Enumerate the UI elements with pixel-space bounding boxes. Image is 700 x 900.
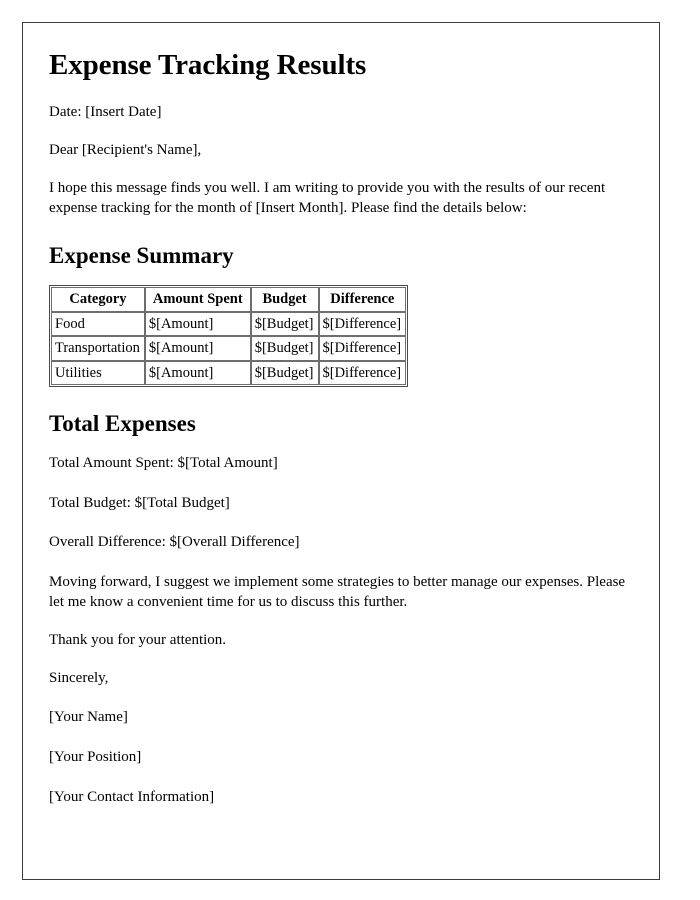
recommendation-paragraph: Moving forward, I suggest we implement s… xyxy=(49,574,626,610)
cell-budget: $[Budget] xyxy=(250,360,319,386)
salutation-line: Dear [Recipient's Name], xyxy=(49,142,202,159)
overall-difference-line: Overall Difference: $[Overall Difference… xyxy=(49,534,300,551)
signer-contact: [Your Contact Information] xyxy=(49,788,215,805)
signer-position: [Your Position] xyxy=(49,749,142,766)
cell-difference: $[Difference] xyxy=(318,311,407,337)
signoff-line: Sincerely, xyxy=(49,669,109,686)
page-title: Expense Tracking Results xyxy=(49,49,367,81)
document-page: Expense Tracking Results Date: [Insert D… xyxy=(22,22,660,880)
cell-category: Food xyxy=(51,311,145,337)
cell-difference: $[Difference] xyxy=(318,336,407,361)
totals-block: Total Amount Spent: $[Total Amount] Tota… xyxy=(49,454,633,553)
cell-amount-spent: $[Amount] xyxy=(144,311,251,337)
cell-category: Utilities xyxy=(51,360,145,386)
table-header-row: Category Amount Spent Budget Difference xyxy=(51,287,407,312)
total-amount-spent-line: Total Amount Spent: $[Total Amount] xyxy=(49,454,278,471)
signer-name: [Your Name] xyxy=(49,709,128,726)
signature-block: Sincerely, [Your Name] [Your Position] [… xyxy=(49,669,633,808)
cell-amount-spent: $[Amount] xyxy=(144,360,251,386)
cell-difference: $[Difference] xyxy=(318,360,407,386)
date-line: Date: [Insert Date] xyxy=(49,104,162,121)
total-expenses-heading: Total Expenses xyxy=(49,411,196,437)
document-body: Expense Tracking Results Date: [Insert D… xyxy=(23,23,659,808)
table-row: Food $[Amount] $[Budget] $[Difference] xyxy=(51,311,407,337)
cell-category: Transportation xyxy=(51,336,145,361)
cell-budget: $[Budget] xyxy=(250,311,319,337)
total-budget-line: Total Budget: $[Total Budget] xyxy=(49,494,230,511)
column-header-category: Category xyxy=(51,287,145,312)
table-body: Food $[Amount] $[Budget] $[Difference] T… xyxy=(51,311,407,386)
table-row: Transportation $[Amount] $[Budget] $[Dif… xyxy=(51,336,407,361)
table-header: Category Amount Spent Budget Difference xyxy=(51,287,407,312)
cell-amount-spent: $[Amount] xyxy=(144,336,251,361)
column-header-difference: Difference xyxy=(318,287,407,312)
cell-budget: $[Budget] xyxy=(250,336,319,361)
intro-paragraph: I hope this message finds you well. I am… xyxy=(49,180,606,216)
table-row: Utilities $[Amount] $[Budget] $[Differen… xyxy=(51,360,407,386)
column-header-budget: Budget xyxy=(250,287,319,312)
column-header-amount-spent: Amount Spent xyxy=(144,287,251,312)
expense-summary-table: Category Amount Spent Budget Difference … xyxy=(49,285,409,388)
thanks-line: Thank you for your attention. xyxy=(49,631,227,648)
expense-summary-heading: Expense Summary xyxy=(49,242,234,268)
